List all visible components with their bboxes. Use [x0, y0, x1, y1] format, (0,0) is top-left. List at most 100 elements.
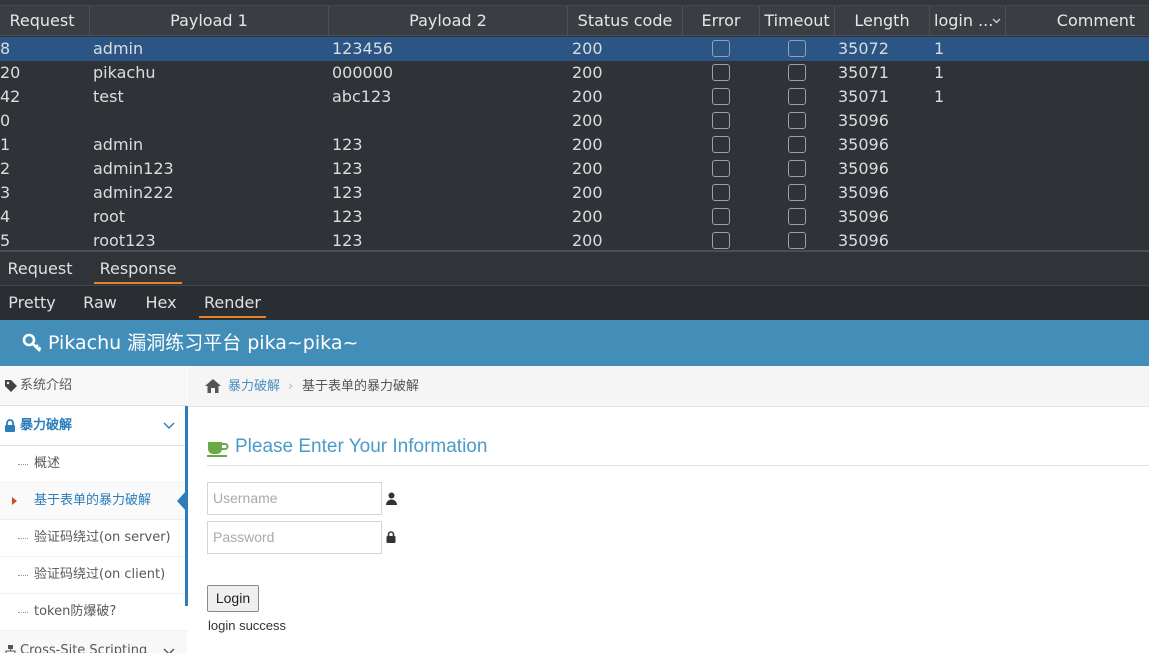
cell-request: 4	[0, 207, 11, 226]
tab-hex[interactable]: Hex	[134, 286, 188, 320]
timeout-checkbox[interactable]	[788, 232, 806, 249]
cell-status: 200	[572, 159, 603, 178]
tab-render[interactable]: Render	[191, 286, 274, 320]
sidebar-item-bruteforce[interactable]: 暴力破解	[0, 406, 187, 446]
timeout-checkbox[interactable]	[788, 184, 806, 201]
sidebar-subitem-overview[interactable]: 概述	[0, 446, 187, 483]
timeout-checkbox[interactable]	[788, 64, 806, 81]
table-row[interactable]: 3 admin222 123 200 35096	[0, 181, 1149, 205]
cell-payload1: pikachu	[93, 63, 156, 82]
breadcrumb-current: 基于表单的暴力破解	[302, 379, 420, 394]
table-row[interactable]: 1 admin 123 200 35096	[0, 133, 1149, 157]
cell-payload2: 123	[332, 231, 363, 250]
timeout-checkbox[interactable]	[788, 88, 806, 105]
sidebar-subitem-captcha-client[interactable]: 验证码绕过(on client)	[0, 557, 187, 594]
rendered-page: Pikachu 漏洞练习平台 pika~pika~ 系统介绍 暴力破解 概述 基…	[0, 320, 1149, 653]
timeout-checkbox[interactable]	[788, 112, 806, 129]
sidebar: 系统介绍 暴力破解 概述 基于表单的暴力破解 验证码绕过(on server) …	[0, 366, 187, 653]
cell-login: 1	[934, 87, 945, 106]
breadcrumb-link[interactable]: 暴力破解	[228, 366, 280, 407]
cell-length: 35071	[838, 87, 889, 106]
sidebar-subitem-form-bruteforce[interactable]: 基于表单的暴力破解	[0, 483, 187, 520]
password-field[interactable]: Password	[207, 521, 382, 554]
caret-right-icon	[12, 497, 17, 505]
tab-raw[interactable]: Raw	[72, 286, 128, 320]
sidebar-subitem-label: 验证码绕过(on client)	[34, 567, 166, 582]
login-message: login success	[208, 618, 287, 633]
tree-tick	[18, 612, 28, 613]
table-row[interactable]: 8 admin 123456 200 35072 1	[0, 37, 1149, 61]
breadcrumb: 暴力破解 › 基于表单的暴力破解	[188, 366, 1149, 407]
cell-length: 35071	[838, 63, 889, 82]
table-row[interactable]: 5 root123 123 200 35096	[0, 229, 1149, 252]
table-row[interactable]: 20 pikachu 000000 200 35071 1	[0, 61, 1149, 85]
cell-length: 35096	[838, 111, 889, 130]
cell-status: 200	[572, 231, 603, 250]
sidebar-subitem-captcha-server[interactable]: 验证码绕过(on server)	[0, 520, 187, 557]
error-checkbox[interactable]	[712, 112, 730, 129]
sitemap-icon	[5, 645, 16, 653]
cell-payload1: admin	[93, 135, 144, 154]
sidebar-item-xss[interactable]: Cross-Site Scripting	[0, 631, 187, 653]
error-checkbox[interactable]	[712, 40, 730, 57]
chevron-down-icon[interactable]	[163, 422, 175, 430]
error-checkbox[interactable]	[712, 64, 730, 81]
timeout-checkbox[interactable]	[788, 208, 806, 225]
tab-response[interactable]: Response	[86, 252, 190, 286]
cell-status: 200	[572, 63, 603, 82]
error-checkbox[interactable]	[712, 160, 730, 177]
cell-status: 200	[572, 111, 603, 130]
col-header-error[interactable]: Error	[683, 6, 760, 36]
tab-request[interactable]: Request	[0, 252, 80, 286]
table-row[interactable]: 42 test abc123 200 35071 1	[0, 85, 1149, 109]
user-icon	[386, 492, 397, 505]
cell-status: 200	[572, 207, 603, 226]
error-checkbox[interactable]	[712, 232, 730, 249]
cell-payload2: abc123	[332, 87, 392, 106]
timeout-checkbox[interactable]	[788, 136, 806, 153]
cell-length: 35072	[838, 39, 889, 58]
site-title: Pikachu 漏洞练习平台 pika~pika~	[48, 332, 359, 354]
cell-request: 5	[0, 231, 11, 250]
username-field[interactable]: Username	[207, 482, 382, 515]
table-row[interactable]: 0 200 35096	[0, 109, 1149, 133]
cell-length: 35096	[838, 207, 889, 226]
col-header-status[interactable]: Status code	[568, 6, 683, 36]
sidebar-item-intro[interactable]: 系统介绍	[0, 366, 187, 406]
error-checkbox[interactable]	[712, 208, 730, 225]
key-icon	[22, 333, 42, 352]
cell-request: 0	[0, 111, 11, 130]
chevron-down-icon[interactable]	[163, 648, 175, 653]
tab-pretty[interactable]: Pretty	[0, 286, 64, 320]
table-row[interactable]: 4 root 123 200 35096	[0, 205, 1149, 229]
cell-request: 20	[0, 63, 21, 82]
cell-payload1: test	[93, 87, 124, 106]
col-header-login[interactable]: login ...	[930, 6, 1006, 36]
login-button[interactable]: Login	[207, 585, 259, 612]
sidebar-active-bar	[185, 406, 188, 606]
sidebar-subitem-token[interactable]: token防爆破?	[0, 594, 187, 631]
col-header-comment[interactable]: Comment	[1006, 6, 1149, 36]
sidebar-subitem-label: token防爆破?	[34, 604, 117, 619]
col-header-payload2[interactable]: Payload 2	[329, 6, 568, 36]
error-checkbox[interactable]	[712, 184, 730, 201]
home-icon[interactable]	[204, 378, 222, 394]
col-header-payload1[interactable]: Payload 1	[90, 6, 329, 36]
error-checkbox[interactable]	[712, 88, 730, 105]
site-header: Pikachu 漏洞练习平台 pika~pika~	[0, 320, 1149, 366]
sidebar-subitem-label: 基于表单的暴力破解	[34, 493, 152, 508]
timeout-checkbox[interactable]	[788, 40, 806, 57]
error-checkbox[interactable]	[712, 136, 730, 153]
col-header-length[interactable]: Length	[835, 6, 930, 36]
col-header-request[interactable]: Request	[0, 6, 90, 36]
table-row[interactable]: 2 admin123 123 200 35096	[0, 157, 1149, 181]
col-header-timeout[interactable]: Timeout	[760, 6, 835, 36]
cell-status: 200	[572, 135, 603, 154]
cell-status: 200	[572, 39, 603, 58]
chevron-down-icon[interactable]	[992, 18, 1001, 24]
cell-payload1: admin	[93, 39, 144, 58]
timeout-checkbox[interactable]	[788, 160, 806, 177]
cell-request: 1	[0, 135, 11, 154]
tag-icon	[5, 380, 17, 392]
sidebar-item-xss-label: Cross-Site Scripting	[20, 643, 148, 653]
